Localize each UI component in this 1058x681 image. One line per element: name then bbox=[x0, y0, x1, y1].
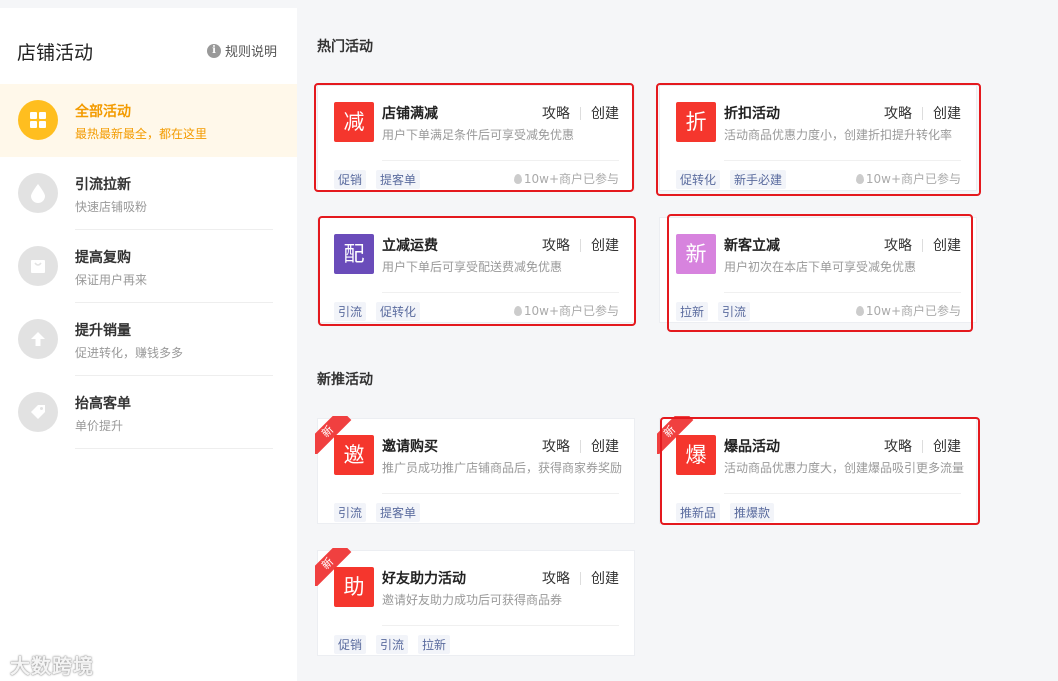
sidebar-item-desc: 促进转化，赚钱多多 bbox=[75, 346, 184, 360]
activity-tag: 引流 bbox=[334, 302, 367, 321]
activity-card-hot-item[interactable]: 新 爆 爆品活动 攻略 创建 活动商品优惠力度大，创建爆品吸引更多流量 推新品 推爆… bbox=[657, 416, 977, 524]
joined-count: 10w+商户已参与 bbox=[523, 172, 619, 186]
sidebar-item-repurchase[interactable]: 提高复购 保证用户再来 bbox=[0, 230, 297, 303]
activity-tag: 拉新 bbox=[676, 302, 709, 321]
activity-name: 立减运费 bbox=[382, 238, 438, 254]
create-link[interactable]: 创建 bbox=[933, 235, 961, 255]
sidebar-item-sales[interactable]: 提升销量 促进转化，赚钱多多 bbox=[0, 303, 297, 376]
watermark: 大数跨境 bbox=[10, 654, 94, 678]
drop-icon bbox=[855, 305, 864, 316]
activity-tag: 引流 bbox=[718, 302, 751, 321]
activity-desc: 邀请好友助力成功后可获得商品券 bbox=[382, 593, 563, 607]
activity-tag: 推爆款 bbox=[730, 503, 775, 522]
activity-name: 折扣活动 bbox=[724, 106, 780, 122]
activity-tag: 新手必建 bbox=[730, 170, 787, 189]
activity-desc: 用户初次在本店下单可享受减免优惠 bbox=[724, 260, 917, 274]
sidebar-item-desc: 快速店铺吸粉 bbox=[75, 200, 148, 214]
section-title-new: 新推活动 bbox=[317, 372, 373, 388]
create-link[interactable]: 创建 bbox=[933, 103, 961, 123]
rules-link[interactable]: i 规则说明 bbox=[206, 41, 277, 60]
activity-name: 爆品活动 bbox=[724, 439, 780, 455]
strategy-link[interactable]: 攻略 bbox=[884, 436, 912, 456]
activity-tag: 促销 bbox=[334, 170, 367, 189]
tag-icon bbox=[18, 392, 58, 432]
joined-count: 10w+商户已参与 bbox=[865, 172, 961, 186]
activity-name: 店铺满减 bbox=[382, 106, 438, 122]
drop-icon bbox=[18, 173, 58, 213]
activity-logo: 新 bbox=[676, 234, 716, 274]
grid-icon bbox=[18, 100, 58, 140]
strategy-link[interactable]: 攻略 bbox=[542, 436, 570, 456]
joined-count: 10w+商户已参与 bbox=[523, 304, 619, 318]
divider bbox=[75, 448, 273, 449]
sidebar-item-desc: 保证用户再来 bbox=[75, 273, 148, 287]
joined-count: 10w+商户已参与 bbox=[865, 304, 961, 318]
sidebar-item-label: 提高复购 bbox=[75, 250, 131, 266]
strategy-link[interactable]: 攻略 bbox=[542, 103, 570, 123]
sidebar: 店铺活动 i 规则说明 全部活动 最热最新最全，都在这里 引流拉新 快速店铺吸粉… bbox=[0, 8, 297, 681]
strategy-link[interactable]: 攻略 bbox=[884, 103, 912, 123]
bag-icon bbox=[18, 246, 58, 286]
sidebar-item-desc: 单价提升 bbox=[75, 419, 124, 433]
sidebar-item-label: 引流拉新 bbox=[75, 177, 131, 193]
drop-icon bbox=[513, 305, 522, 316]
activity-tag: 拉新 bbox=[418, 635, 451, 654]
activity-tag: 引流 bbox=[376, 635, 409, 654]
drop-icon bbox=[855, 173, 864, 184]
activity-desc: 活动商品优惠力度大，创建爆品吸引更多流量 bbox=[724, 461, 965, 475]
sidebar-title: 店铺活动 bbox=[17, 42, 94, 64]
activity-card-discount[interactable]: 折 折扣活动 攻略 创建 活动商品优惠力度小，创建折扣提升转化率 促转化 新手必建 … bbox=[659, 85, 977, 191]
create-link[interactable]: 创建 bbox=[591, 235, 619, 255]
sidebar-item-desc: 最热最新最全，都在这里 bbox=[75, 127, 208, 141]
sidebar-item-traffic[interactable]: 引流拉新 快速店铺吸粉 bbox=[0, 157, 297, 230]
activity-name: 邀请购买 bbox=[382, 439, 438, 455]
activity-logo: 助 bbox=[334, 567, 374, 607]
create-link[interactable]: 创建 bbox=[591, 436, 619, 456]
strategy-link[interactable]: 攻略 bbox=[542, 568, 570, 588]
activity-name: 好友助力活动 bbox=[382, 571, 466, 587]
activity-logo: 减 bbox=[334, 102, 374, 142]
activity-card-shipping[interactable]: 配 立减运费 攻略 创建 用户下单后可享受配送费减免优惠 引流 促转化 10w+商户… bbox=[317, 217, 635, 323]
activity-tag: 提客单 bbox=[376, 503, 421, 522]
activity-desc: 用户下单后可享受配送费减免优惠 bbox=[382, 260, 563, 274]
strategy-link[interactable]: 攻略 bbox=[542, 235, 570, 255]
activity-logo: 爆 bbox=[676, 435, 716, 475]
activity-name: 新客立减 bbox=[724, 238, 780, 254]
activity-tag: 提客单 bbox=[376, 170, 421, 189]
activity-tag: 引流 bbox=[334, 503, 367, 522]
activity-desc: 推广员成功推广店铺商品后，获得商家券奖励 bbox=[382, 461, 623, 475]
sidebar-item-label: 全部活动 bbox=[75, 104, 131, 120]
activity-card-invite[interactable]: 新 邀 邀请购买 攻略 创建 推广员成功推广店铺商品后，获得商家券奖励 引流 提客单 bbox=[315, 416, 635, 524]
sidebar-item-all[interactable]: 全部活动 最热最新最全，都在这里 bbox=[0, 84, 297, 157]
create-link[interactable]: 创建 bbox=[933, 436, 961, 456]
activity-card-friend-help[interactable]: 新 助 好友助力活动 攻略 创建 邀请好友助力成功后可获得商品券 促销 引流 拉新 bbox=[315, 548, 635, 656]
activity-card-full-reduction[interactable]: 减 店铺满减 攻略 创建 用户下单满足条件后可享受减免优惠 促销 提客单 10w+商… bbox=[317, 85, 635, 191]
activity-tag: 促转化 bbox=[676, 170, 721, 189]
info-icon: i bbox=[206, 43, 221, 58]
activity-logo: 邀 bbox=[334, 435, 374, 475]
activity-logo: 配 bbox=[334, 234, 374, 274]
activity-logo: 折 bbox=[676, 102, 716, 142]
arrow-up-icon bbox=[18, 319, 58, 359]
sidebar-item-label: 抬高客单 bbox=[75, 396, 131, 412]
activity-tag: 促销 bbox=[334, 635, 367, 654]
strategy-link[interactable]: 攻略 bbox=[884, 235, 912, 255]
create-link[interactable]: 创建 bbox=[591, 568, 619, 588]
sidebar-item-order-value[interactable]: 抬高客单 单价提升 bbox=[0, 376, 297, 449]
activity-tag: 推新品 bbox=[676, 503, 721, 522]
section-title-hot: 热门活动 bbox=[317, 39, 373, 55]
sidebar-item-label: 提升销量 bbox=[75, 323, 131, 339]
create-link[interactable]: 创建 bbox=[591, 103, 619, 123]
activity-desc: 用户下单满足条件后可享受减免优惠 bbox=[382, 128, 575, 142]
activity-card-new-customer[interactable]: 新 新客立减 攻略 创建 用户初次在本店下单可享受减免优惠 拉新 引流 10w+商户… bbox=[659, 217, 977, 323]
drop-icon bbox=[513, 173, 522, 184]
rules-label: 规则说明 bbox=[224, 45, 277, 60]
activity-desc: 活动商品优惠力度小，创建折扣提升转化率 bbox=[724, 128, 953, 142]
activity-tag: 促转化 bbox=[376, 302, 421, 321]
